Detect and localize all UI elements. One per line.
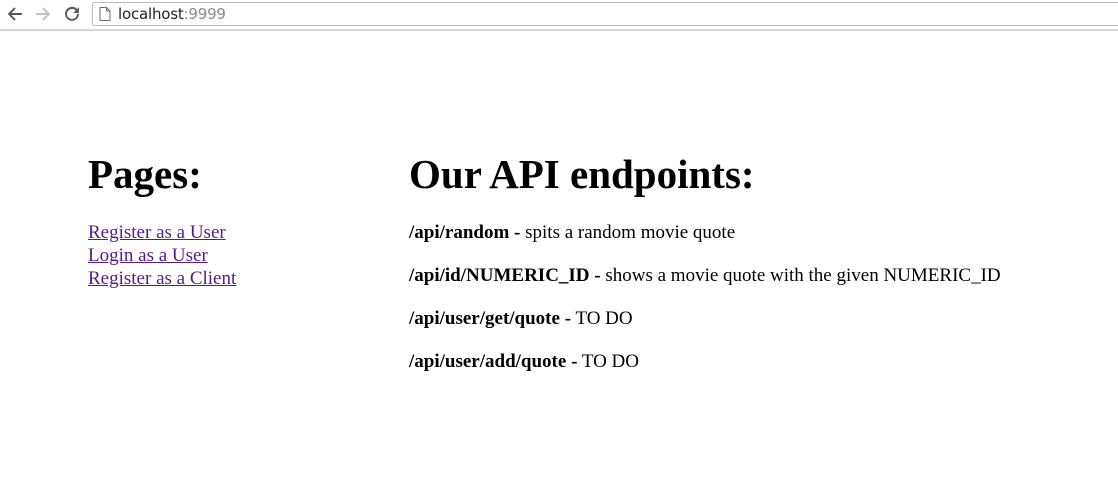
back-button[interactable] xyxy=(5,4,25,24)
endpoint-desc: TO DO xyxy=(577,351,639,372)
arrow-right-icon xyxy=(36,7,51,21)
register-client-link[interactable]: Register as a Client xyxy=(88,267,236,290)
browser-toolbar: localhost:9999 xyxy=(0,0,1118,31)
endpoint-item: /api/random - spits a random movie quote xyxy=(409,221,1109,244)
pages-heading: Pages: xyxy=(88,151,202,197)
endpoint-item: /api/user/get/quote - TO DO xyxy=(409,307,1109,330)
endpoint-desc: shows a movie quote with the given NUMER… xyxy=(600,265,1001,286)
endpoint-item: /api/user/add/quote - TO DO xyxy=(409,350,1109,373)
forward-button[interactable] xyxy=(33,4,53,24)
login-user-link[interactable]: Login as a User xyxy=(88,244,208,267)
api-section: Our API endpoints: /api/random - spits a… xyxy=(409,149,1109,393)
reload-button[interactable] xyxy=(62,4,82,24)
address-bar[interactable]: localhost:9999 xyxy=(92,2,1118,26)
arrow-left-icon xyxy=(7,7,22,21)
url-host: localhost xyxy=(118,5,184,23)
endpoint-desc: spits a random movie quote xyxy=(520,222,736,243)
page-content: Pages: Register as a User Login as a Use… xyxy=(0,33,1118,504)
page-links: Register as a User Login as a User Regis… xyxy=(88,221,368,290)
endpoint-path: /api/id/NUMERIC_ID - xyxy=(409,265,601,286)
url-port: :9999 xyxy=(183,5,226,23)
pages-section: Pages: Register as a User Login as a Use… xyxy=(88,149,368,290)
endpoint-item: /api/id/NUMERIC_ID - shows a movie quote… xyxy=(409,264,1109,287)
page-icon xyxy=(99,7,111,21)
register-user-link[interactable]: Register as a User xyxy=(88,221,226,244)
endpoint-path: /api/random - xyxy=(409,222,521,243)
reload-icon xyxy=(65,6,79,21)
api-heading: Our API endpoints: xyxy=(409,151,755,197)
endpoint-path: /api/user/get/quote - xyxy=(409,308,572,329)
url-text: localhost:9999 xyxy=(118,5,226,23)
endpoint-path: /api/user/add/quote - xyxy=(409,351,578,372)
endpoint-desc: TO DO xyxy=(571,308,633,329)
endpoint-list: /api/random - spits a random movie quote… xyxy=(409,221,1109,373)
